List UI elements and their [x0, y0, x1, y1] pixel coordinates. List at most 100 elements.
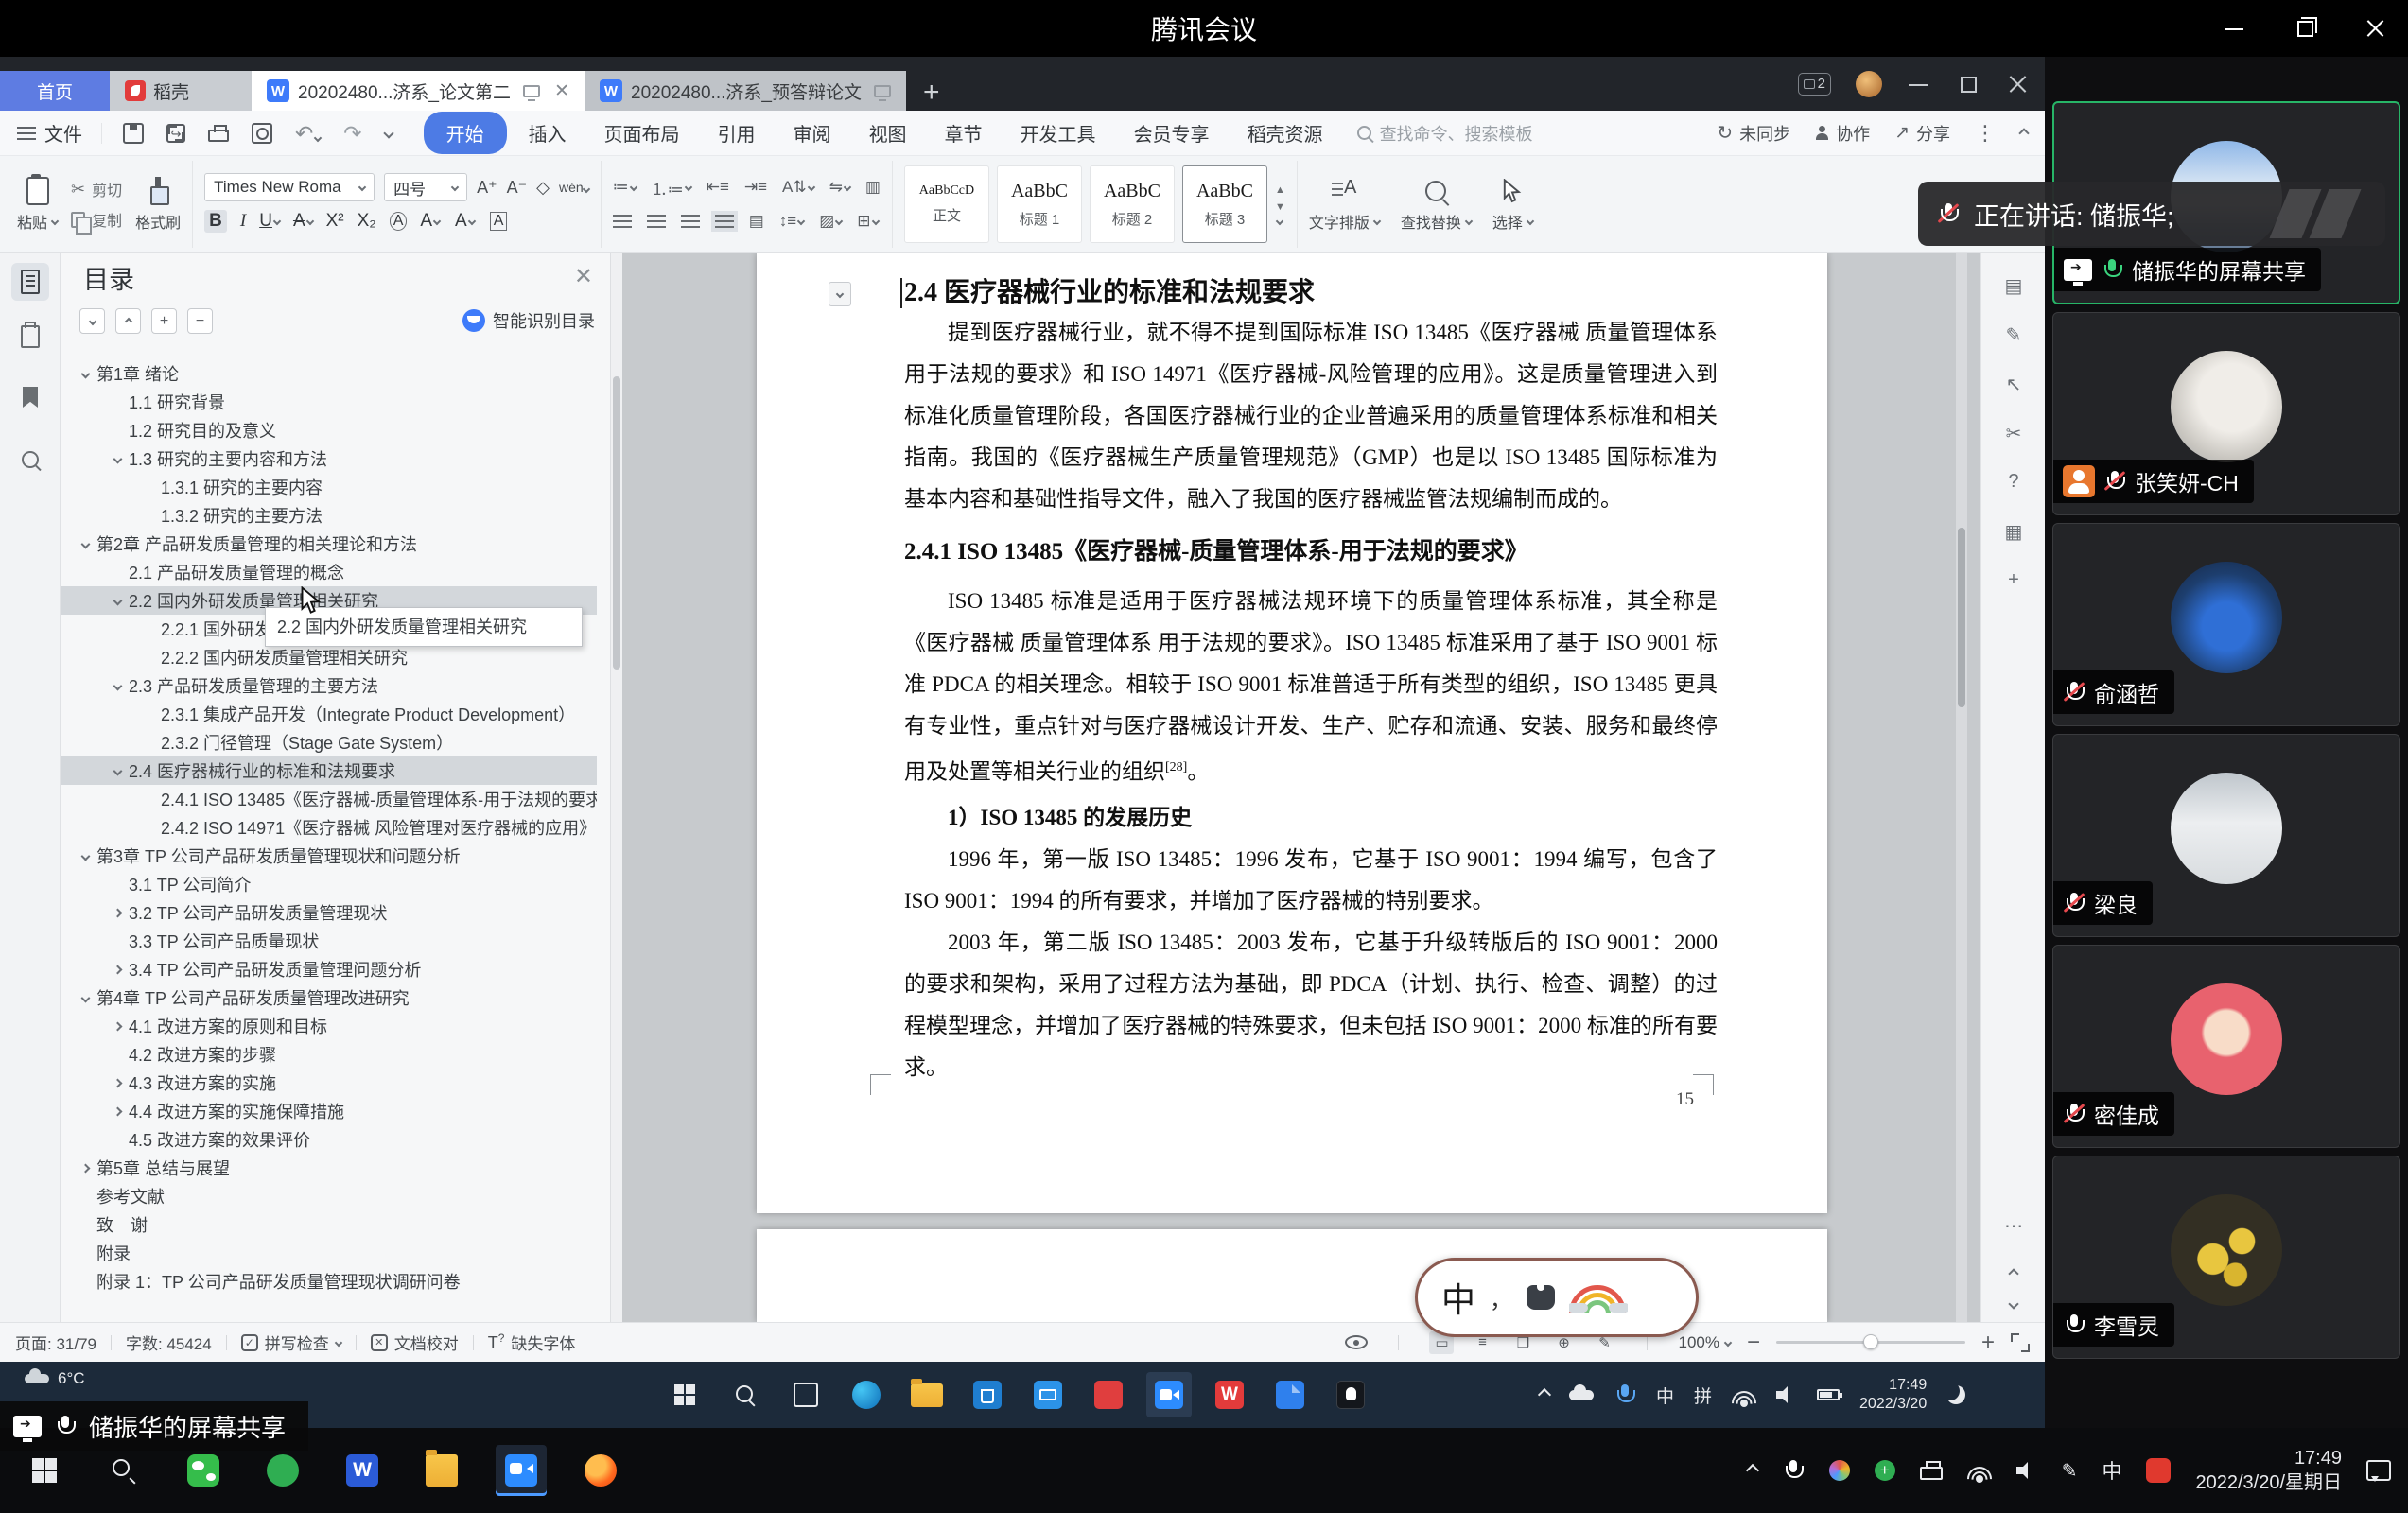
wechat-icon[interactable] [178, 1445, 229, 1496]
chevron-right-icon[interactable] [106, 910, 129, 916]
menu-视图[interactable]: 视图 [853, 112, 923, 154]
night-mode-icon[interactable] [1946, 1385, 1965, 1404]
eye-protect-icon[interactable] [1345, 1335, 1368, 1349]
toc-item[interactable]: 1.3 研究的主要内容和方法 [61, 444, 597, 473]
menu-开发工具[interactable]: 开发工具 [1004, 112, 1112, 154]
document-tab[interactable]: W20202480...济系_论文第二版✕ [252, 71, 585, 111]
more-tools-icon[interactable]: ⋯ [1981, 1214, 2045, 1238]
wps-minimize-icon[interactable] [1907, 72, 1931, 96]
tencent-meeting-icon[interactable] [496, 1445, 547, 1496]
jd-icon[interactable] [1086, 1372, 1131, 1417]
page-indicator[interactable]: 页面: 31/79 [15, 1330, 96, 1354]
spell-check-button[interactable]: ✓拼写检查 [241, 1330, 341, 1354]
highlight-button[interactable]: A [420, 211, 442, 232]
ime-pinyin-indicator[interactable]: 拼 [1694, 1383, 1712, 1408]
notification-icon[interactable] [2366, 1460, 2391, 1481]
distribute-button[interactable]: ▥ [865, 178, 881, 197]
toc-scrollbar[interactable] [611, 253, 622, 1322]
close-tab-icon[interactable]: ✕ [554, 80, 569, 102]
store-icon[interactable] [965, 1372, 1010, 1417]
color-app-icon[interactable] [1829, 1460, 1850, 1481]
participant-tile[interactable]: 李雪灵 [2052, 1156, 2400, 1359]
shrink-font-button[interactable]: A⁻ [507, 178, 528, 198]
tencent-meeting-icon[interactable] [1146, 1372, 1192, 1417]
toc-item[interactable]: 1.3.2 研究的主要方法 [61, 501, 597, 530]
align-left-icon[interactable] [613, 215, 632, 228]
toc-item[interactable]: 1.2 研究目的及意义 [61, 416, 597, 444]
participant-tile[interactable]: 梁良 [2052, 734, 2400, 937]
tab-home[interactable]: 首页 [0, 71, 110, 111]
clear-format-icon[interactable]: ◇ [536, 178, 550, 198]
health-app-icon[interactable]: + [1875, 1460, 1895, 1481]
styles-down-icon[interactable]: ▼ [1275, 201, 1285, 213]
qat-more-icon[interactable] [383, 128, 393, 138]
mic-tray-icon[interactable] [1614, 1383, 1636, 1408]
italic-button[interactable]: I [240, 211, 246, 232]
toc-item[interactable]: 2.3.1 集成产品开发（Integrate Product Developme… [61, 700, 597, 728]
toc-item[interactable]: 2.3 产品研发质量管理的主要方法 [61, 671, 597, 700]
collab-button[interactable]: 协作 [1815, 121, 1870, 146]
enclose-char-button[interactable]: A [390, 212, 408, 231]
battery-icon[interactable] [1817, 1389, 1840, 1400]
styles-more-icon[interactable] [1276, 217, 1283, 225]
indent-button[interactable]: ⇥≡ [744, 178, 767, 197]
participant-tile[interactable]: 密佳成 [2052, 945, 2400, 1148]
collapse-ribbon-icon[interactable] [2018, 128, 2029, 138]
font-size-select[interactable]: 四号 [384, 173, 467, 201]
toc-item[interactable]: 参考文献 [61, 1182, 597, 1210]
participant-tile[interactable]: 张笑妍-CH [2052, 312, 2400, 515]
export-icon[interactable]: ↪ [166, 124, 185, 143]
help-icon[interactable]: ? [1981, 471, 2045, 493]
tray-expand-icon[interactable] [1746, 1464, 1759, 1477]
word-icon[interactable]: W [337, 1445, 388, 1496]
toc-item[interactable]: 3.1 TP 公司简介 [61, 870, 597, 898]
superscript-button[interactable]: X² [326, 211, 344, 232]
add-icon[interactable]: + [1981, 569, 2045, 591]
volume-icon[interactable] [1776, 1385, 1797, 1404]
save-icon[interactable] [123, 123, 144, 144]
chevron-down-icon[interactable] [106, 683, 129, 689]
dispersed-align-icon[interactable]: ▤ [749, 212, 764, 231]
chevron-down-icon[interactable] [106, 768, 129, 774]
font-name-select[interactable]: Times New Roma [204, 173, 375, 201]
shared-clock[interactable]: 17:492022/3/20 [1859, 1376, 1927, 1414]
ime-cn-indicator[interactable]: 中 [1656, 1383, 1674, 1408]
char-border-button[interactable]: A [490, 212, 508, 231]
comment-icon[interactable]: ▤ [1981, 274, 2045, 298]
participant-tile[interactable]: 俞涵哲 [2052, 523, 2400, 726]
style-heading3[interactable]: AaBbC标题 3 [1182, 165, 1267, 243]
menu-开始[interactable]: 开始 [424, 112, 507, 154]
toc-item[interactable]: 致 谢 [61, 1210, 597, 1239]
close-icon[interactable] [2363, 16, 2387, 41]
more-icon[interactable]: ⋮ [1975, 121, 1996, 146]
toc-item[interactable]: 附录 1：TP 公司产品研发质量管理现状调研问卷 [61, 1267, 597, 1296]
pinyin-guide-button[interactable]: wén [559, 180, 589, 195]
task-view-icon[interactable] [783, 1372, 829, 1417]
document-tab[interactable]: W20202480...济系_预答辩论文 [585, 71, 906, 111]
chevron-right-icon[interactable] [106, 1023, 129, 1030]
smart-toc-button[interactable]: 智能识别目录 [462, 308, 595, 333]
styles-up-icon[interactable]: ▲ [1275, 184, 1285, 196]
subscript-button[interactable]: X₂ [358, 211, 376, 232]
paste-button[interactable]: 粘贴 [17, 177, 58, 233]
chevron-down-icon[interactable] [74, 371, 96, 377]
toc-item[interactable]: 第1章 绪论 [61, 359, 597, 388]
green-app-icon[interactable] [257, 1445, 308, 1496]
edit-icon[interactable]: ✎ [1981, 323, 2045, 347]
red-app-icon[interactable] [2146, 1458, 2171, 1483]
toc-item[interactable]: 附录 [61, 1239, 597, 1267]
toc-item[interactable]: 2.4.2 ISO 14971《医疗器械 风险管理对医疗器械的应用》 [61, 813, 597, 842]
wifi-icon[interactable] [1967, 1461, 1992, 1480]
missing-font-button[interactable]: T?缺失字体 [488, 1330, 576, 1354]
pointer-icon[interactable]: ↖ [1981, 373, 2045, 396]
page-up-icon[interactable] [1981, 1261, 2045, 1283]
doc-proof-button[interactable]: ✕文档校对 [371, 1330, 459, 1354]
bold-button[interactable]: B [204, 210, 227, 233]
grid-icon[interactable]: ▦ [1981, 520, 2045, 544]
chevron-right-icon[interactable] [74, 1165, 96, 1172]
chevron-right-icon[interactable] [106, 1080, 129, 1087]
file-explorer-icon[interactable] [904, 1372, 950, 1417]
windows-start-icon[interactable] [662, 1372, 707, 1417]
firefox-icon[interactable] [575, 1445, 626, 1496]
align-center-icon[interactable] [647, 215, 666, 228]
